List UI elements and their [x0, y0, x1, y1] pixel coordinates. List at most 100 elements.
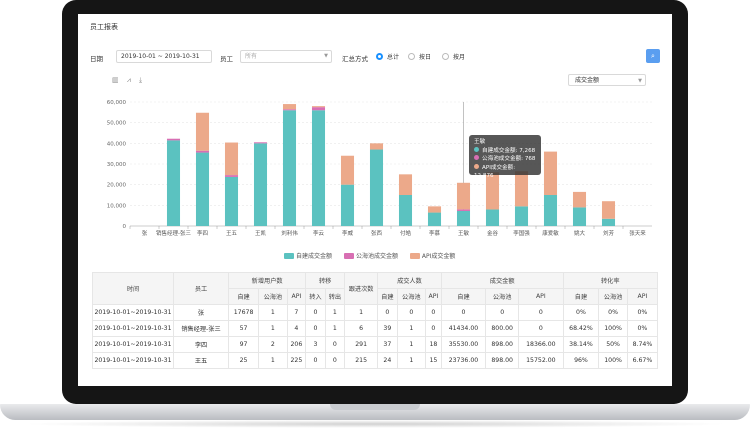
bar-segment [166, 138, 181, 141]
legend-label: 公海池成交金额 [355, 253, 398, 260]
employee-select[interactable]: 所有 ▼ [240, 50, 332, 63]
table-cell: 68.42% [562, 320, 600, 337]
table-cell: 李四 [173, 336, 229, 353]
table-cell: 1 [258, 304, 288, 321]
table-cell: 0 [518, 304, 564, 321]
table-cell: 41434.00 [440, 320, 487, 337]
th-sub: API [518, 288, 564, 305]
metric-select[interactable]: 成交金额 ▼ [568, 74, 646, 86]
table-cell: 225 [286, 352, 307, 369]
table-row[interactable]: 2019-10-01~2019-10-31 王五 25 1 225 0 0 215 24 1 15 2… [92, 352, 659, 369]
legend-item[interactable]: API成交金额 [409, 253, 455, 260]
table-cell: 6.67% [626, 352, 659, 369]
table-cell: 7 [286, 304, 307, 321]
table-cell: 0 [485, 304, 520, 321]
th-sub: API [286, 288, 307, 305]
table-cell: 0% [626, 320, 659, 337]
bar-segment [253, 142, 268, 144]
y-tick-label: 40,000 [107, 141, 127, 147]
bar-segment [195, 150, 210, 153]
th-followups: 跟进次数 [344, 272, 379, 305]
legend-item[interactable]: 公海池成交金额 [343, 253, 398, 260]
th-employee: 员工 [173, 272, 229, 305]
bar-segment [572, 191, 587, 208]
table-cell: 206 [286, 336, 307, 353]
table-cell: 0 [324, 336, 346, 353]
table-cell: 0 [518, 320, 564, 337]
x-tick-label: 张 [142, 229, 148, 237]
bar-segment [282, 110, 297, 226]
date-label: 日期 [90, 55, 103, 63]
table-cell: 0 [324, 352, 346, 369]
th-sub: 公海池 [598, 288, 628, 305]
table-cell: 0 [440, 304, 487, 321]
radio-icon [408, 53, 415, 60]
bar-segment [572, 207, 587, 226]
bar-segment [601, 218, 616, 226]
th-sub: 公海池 [485, 288, 520, 305]
legend-item[interactable]: 自建成交金额 [284, 253, 332, 260]
y-tick-label: 50,000 [107, 121, 127, 127]
table-cell: 50% [598, 336, 628, 353]
bar-segment [282, 109, 297, 111]
line-chart-icon[interactable]: ⩘ [127, 76, 131, 84]
table-row[interactable]: 2019-10-01~2019-10-31 销售经理-张三 57 1 4 0 1 6 39 1 0 4… [92, 320, 659, 337]
table-cell: 291 [344, 336, 379, 353]
table-cell: 898.00 [485, 336, 520, 353]
bar-chart-icon[interactable]: ▥ [112, 76, 119, 84]
table-cell: 23736.00 [440, 352, 487, 369]
stacked-bar-chart: 0 10,000 20,000 30,000 40,000 50,000 60,000 张 销售… [107, 100, 652, 237]
y-tick-label: 0 [123, 224, 127, 230]
x-tick-label: 王凯 [255, 229, 267, 237]
table-cell: 25 [227, 352, 260, 369]
table-cell: 39 [377, 320, 398, 337]
table-cell: 8.74% [626, 336, 659, 353]
table-cell: 张 [173, 304, 229, 321]
th-sub: 自建 [562, 288, 600, 305]
bar-segment [369, 149, 384, 226]
chart-toolbar: ▥ ⩘ ⤓ [112, 76, 148, 85]
bar-segment [456, 209, 471, 211]
laptop-shadow [20, 420, 730, 428]
bar-segment [311, 106, 326, 108]
radio-total[interactable]: 总计 [376, 52, 399, 61]
table-cell: 3 [305, 336, 326, 353]
y-tick-label: 60,000 [107, 100, 127, 106]
x-tick-label: 张天来 [629, 229, 646, 237]
bar-segment [311, 107, 326, 111]
radio-by-month[interactable]: 按月 [442, 52, 465, 61]
download-icon[interactable]: ⤓ [139, 76, 142, 84]
table-cell: 6 [344, 320, 379, 337]
th-sub: API [425, 288, 442, 305]
table-row[interactable]: 2019-10-01~2019-10-31 张 17678 1 7 0 1 1 0 0 0 0 0 0 0%… [92, 304, 659, 321]
tooltip-line: API成交金额: 12,876 [474, 163, 536, 181]
table-cell: 0 [305, 320, 326, 337]
th-transfer: 转移 [305, 272, 346, 289]
search-button[interactable]: ⌕ [646, 49, 660, 63]
tooltip-dot [474, 155, 479, 160]
radio-by-day[interactable]: 按日 [408, 52, 431, 61]
radio-by-month-label: 按月 [453, 54, 466, 61]
bar-segment [601, 201, 616, 219]
table-cell: 15 [425, 352, 442, 369]
bar-segment [456, 210, 471, 226]
radio-by-day-label: 按日 [419, 54, 432, 61]
bar-segment [224, 176, 239, 226]
bar-segment [195, 152, 210, 226]
th-sub: 转入 [305, 288, 326, 305]
th-sub: 自建 [440, 288, 487, 305]
legend-swatch [284, 253, 294, 259]
x-tick-label: 刘利伟 [281, 229, 298, 237]
table-cell: 1 [324, 304, 346, 321]
table-cell: 35530.00 [440, 336, 487, 353]
table-cell: 15752.00 [518, 352, 564, 369]
bar-segment [427, 212, 442, 226]
date-range-input[interactable]: 2019-10-01 ~ 2019-10-31 [116, 50, 212, 63]
table-row[interactable]: 2019-10-01~2019-10-31 李四 97 2 206 3 0 291 37 1 18 3… [92, 336, 659, 353]
table-cell: 24 [377, 352, 398, 369]
report-table: 时间 员工 新增用户数 转移 跟进次数 成交人数 成交金额 转化率 自建 公海池 A… [92, 272, 659, 369]
th-sub: 公海池 [396, 288, 427, 305]
x-tick-label: 李慕 [429, 229, 441, 237]
table-cell: 37 [377, 336, 398, 353]
th-sub: 公海池 [258, 288, 288, 305]
